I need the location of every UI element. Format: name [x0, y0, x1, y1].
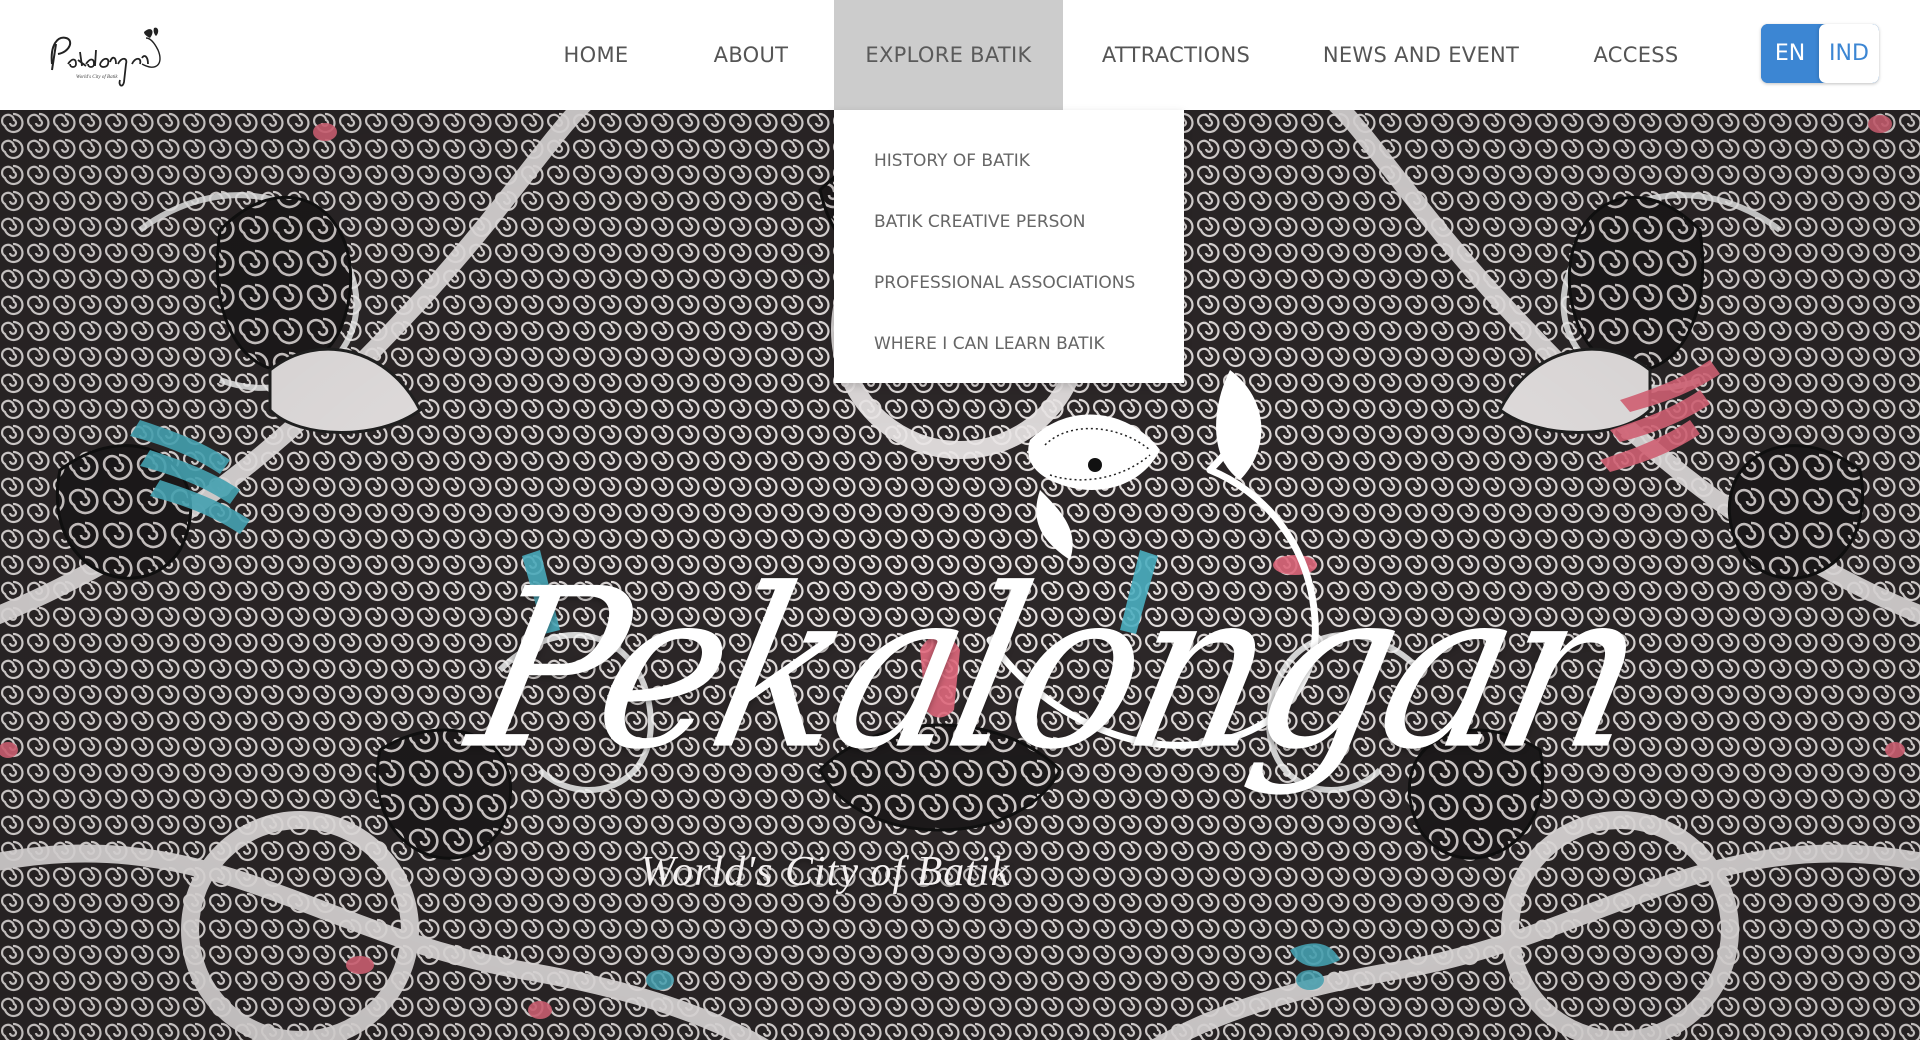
nav-news-and-event[interactable]: NEWS AND EVENT	[1321, 0, 1521, 110]
nav-home[interactable]: HOME	[546, 0, 646, 110]
language-en-button[interactable]: EN	[1761, 24, 1819, 83]
explore-batik-dropdown: HISTORY OF BATIK BATIK CREATIVE PERSON P…	[834, 110, 1184, 383]
site-header: World's City of Batik HOME ABOUT EXPLORE…	[0, 0, 1920, 110]
language-ind-button[interactable]: IND	[1819, 24, 1879, 83]
hero-title: Pekalongan	[452, 540, 1660, 799]
language-toggle: EN IND	[1761, 24, 1879, 83]
nav-explore-batik[interactable]: EXPLORE BATIK	[834, 0, 1063, 110]
dropdown-item-batik-creative-person[interactable]: BATIK CREATIVE PERSON	[834, 191, 1184, 252]
dropdown-item-where-i-can-learn-batik[interactable]: WHERE I CAN LEARN BATIK	[834, 313, 1184, 374]
hero-tagline: World's City of Batik	[640, 849, 1011, 895]
dropdown-item-history-of-batik[interactable]: HISTORY OF BATIK	[834, 130, 1184, 191]
hero-flower-icon	[1028, 370, 1262, 560]
nav-access[interactable]: ACCESS	[1586, 0, 1686, 110]
dropdown-item-professional-associations[interactable]: PROFESSIONAL ASSOCIATIONS	[834, 252, 1184, 313]
nav-about[interactable]: ABOUT	[701, 0, 801, 110]
main-nav: HOME ABOUT EXPLORE BATIK ATTRACTIONS NEW…	[0, 0, 1920, 110]
nav-attractions[interactable]: ATTRACTIONS	[1096, 0, 1256, 110]
